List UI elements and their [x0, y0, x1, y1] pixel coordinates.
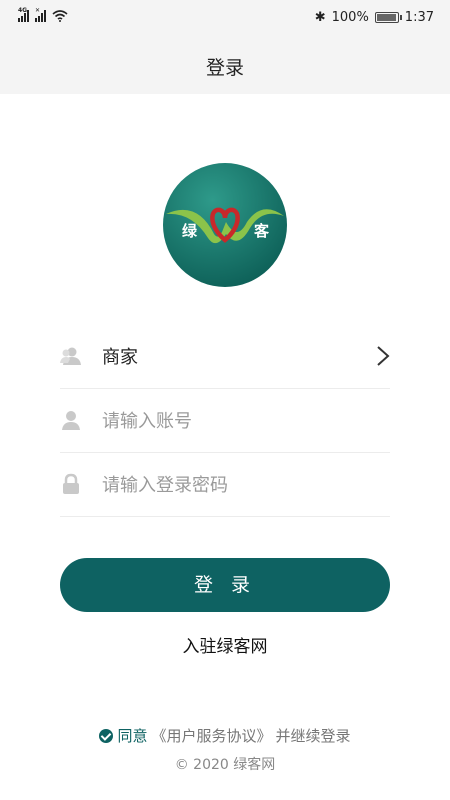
agree-checkbox[interactable]: [99, 728, 114, 743]
password-input[interactable]: 请输入登录密码: [102, 471, 228, 497]
logo-right-char: 客: [253, 222, 270, 240]
wifi-icon: [52, 10, 68, 22]
merchant-icon: [60, 347, 81, 365]
signal-icon: 4G: [18, 7, 29, 22]
status-bar: 4G ✕ ✱ 100% 1:37: [0, 0, 450, 38]
user-icon: [62, 411, 80, 430]
chevron-right-icon[interactable]: [376, 345, 390, 367]
account-field[interactable]: 请输入账号: [60, 389, 390, 453]
clock: 1:37: [404, 10, 434, 25]
signal-indicators: 4G ✕: [18, 7, 68, 22]
battery-percent: 100%: [331, 10, 369, 25]
app-logo: 绿 客: [163, 163, 287, 287]
logo-left-char: 绿: [182, 222, 198, 240]
title-bar: 登录: [0, 38, 450, 94]
bluetooth-icon: ✱: [314, 10, 326, 25]
role-selector[interactable]: 商家: [60, 325, 390, 389]
terms-link[interactable]: 《用户服务协议》: [151, 725, 271, 746]
signal-icon-2: ✕: [35, 7, 46, 22]
register-link[interactable]: 入驻绿客网: [0, 632, 450, 657]
agree-suffix: 并继续登录: [275, 727, 351, 745]
agree-label[interactable]: 同意: [117, 725, 147, 746]
role-value: 商家: [102, 347, 138, 368]
agreement-row: 同意 《用户服务协议》 并继续登录: [0, 725, 450, 746]
page-title: 登录: [205, 57, 244, 79]
lock-icon: [63, 473, 79, 494]
password-field[interactable]: 请输入登录密码: [60, 453, 390, 517]
battery-icon: [374, 12, 402, 23]
account-input[interactable]: 请输入账号: [102, 407, 192, 433]
login-button[interactable]: 登 录: [60, 558, 390, 612]
copyright-text: © 2020 绿客网: [174, 757, 276, 773]
status-right: ✱ 100% 1:37: [315, 10, 434, 25]
